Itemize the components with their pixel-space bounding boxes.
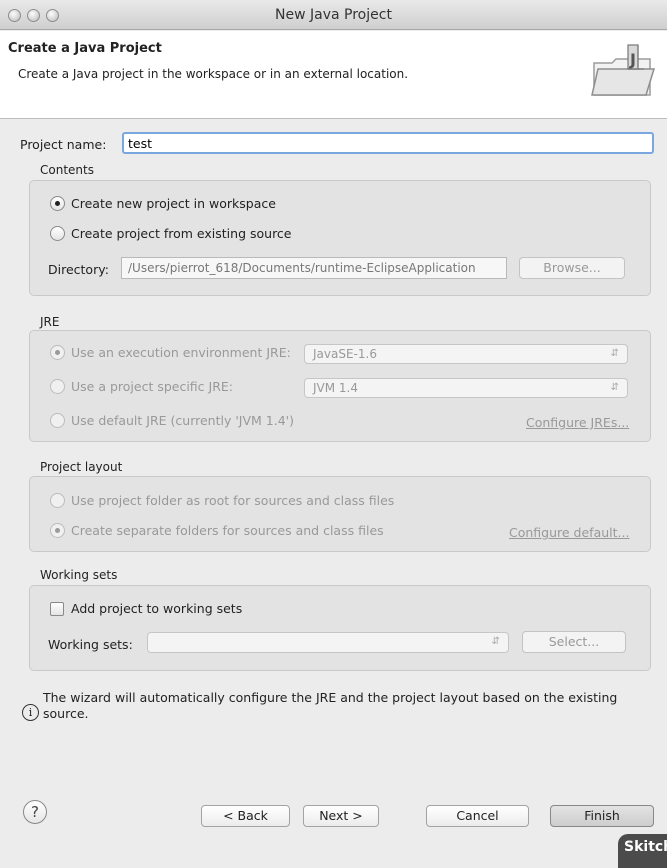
window-title: New Java Project — [275, 7, 392, 23]
create-new-project-label: Create new project in workspace — [71, 196, 276, 211]
configure-default-link[interactable]: Configure default... — [509, 525, 629, 540]
java-project-banner-icon: J — [591, 44, 656, 96]
select-arrows-icon: ⇵ — [491, 636, 500, 647]
default-jre-option[interactable]: Use default JRE (currently 'JVM 1.4') — [50, 413, 294, 428]
select-working-sets-button[interactable]: Select... — [522, 631, 626, 653]
execution-env-value: JavaSE-1.6 — [313, 347, 377, 361]
specific-jre-label: Use a project specific JRE: — [71, 379, 233, 394]
folder-root-option[interactable]: Use project folder as root for sources a… — [50, 493, 394, 508]
specific-jre-radio[interactable] — [50, 379, 65, 394]
svg-text:J: J — [629, 50, 636, 69]
specific-jre-select[interactable]: JVM 1.4 ⇵ — [304, 378, 628, 398]
execution-env-option[interactable]: Use an execution environment JRE: — [50, 345, 291, 360]
directory-label: Directory: — [48, 262, 109, 277]
create-new-project-radio[interactable] — [50, 196, 65, 211]
separate-folders-option[interactable]: Create separate folders for sources and … — [50, 523, 384, 538]
project-layout-group-title: Project layout — [40, 460, 123, 474]
back-button[interactable]: < Back — [201, 805, 290, 827]
separate-folders-radio[interactable] — [50, 523, 65, 538]
select-arrows-icon: ⇵ — [610, 348, 619, 359]
add-to-working-sets-label: Add project to working sets — [71, 601, 243, 616]
new-java-project-window: New Java Project Create a Java Project C… — [0, 0, 667, 868]
wizard-header: Create a Java Project Create a Java proj… — [0, 31, 667, 119]
next-button[interactable]: Next > — [303, 805, 379, 827]
working-sets-group: Add project to working sets Working sets… — [29, 585, 651, 671]
project-name-label: Project name: — [20, 137, 107, 152]
execution-env-radio[interactable] — [50, 345, 65, 360]
info-message: i The wizard will automatically configur… — [22, 690, 650, 730]
project-layout-group: Use project folder as root for sources a… — [29, 476, 651, 552]
working-sets-select[interactable]: ⇵ — [147, 632, 509, 653]
create-from-source-label: Create project from existing source — [71, 226, 292, 241]
cancel-button[interactable]: Cancel — [426, 805, 529, 827]
help-button[interactable]: ? — [23, 800, 47, 824]
default-jre-radio[interactable] — [50, 413, 65, 428]
contents-group-title: Contents — [40, 163, 94, 177]
info-text: The wizard will automatically configure … — [43, 690, 618, 721]
specific-jre-value: JVM 1.4 — [313, 381, 358, 395]
specific-jre-option[interactable]: Use a project specific JRE: — [50, 379, 233, 394]
configure-jres-link[interactable]: Configure JREs... — [526, 415, 629, 430]
select-arrows-icon: ⇵ — [610, 382, 619, 393]
working-sets-label: Working sets: — [48, 637, 133, 652]
wizard-body: Project name: Contents Create new projec… — [0, 120, 667, 810]
title-bar[interactable]: New Java Project — [0, 0, 667, 30]
finish-button[interactable]: Finish — [550, 805, 654, 827]
create-new-project-option[interactable]: Create new project in workspace — [50, 196, 276, 211]
execution-env-label: Use an execution environment JRE: — [71, 345, 291, 360]
info-icon: i — [22, 704, 39, 721]
add-to-working-sets-checkbox[interactable] — [50, 601, 64, 616]
directory-field[interactable]: /Users/pierrot_618/Documents/runtime-Ecl… — [121, 257, 507, 279]
jre-group: Use an execution environment JRE: JavaSE… — [29, 330, 651, 442]
default-jre-label: Use default JRE (currently 'JVM 1.4') — [71, 413, 294, 428]
jre-group-title: JRE — [40, 315, 60, 329]
wizard-description: Create a Java project in the workspace o… — [18, 67, 409, 81]
project-name-input[interactable] — [122, 132, 654, 154]
browse-button[interactable]: Browse... — [519, 257, 625, 279]
skitch-watermark: Skitch — [618, 834, 667, 868]
folder-root-radio[interactable] — [50, 493, 65, 508]
working-sets-group-title: Working sets — [40, 568, 118, 582]
wizard-title: Create a Java Project — [8, 41, 162, 56]
contents-group: Create new project in workspace Create p… — [29, 180, 651, 296]
folder-root-label: Use project folder as root for sources a… — [71, 493, 395, 508]
execution-env-select[interactable]: JavaSE-1.6 ⇵ — [304, 344, 628, 364]
add-to-working-sets-option[interactable]: Add project to working sets — [50, 601, 242, 616]
separate-folders-label: Create separate folders for sources and … — [71, 523, 384, 538]
create-from-source-option[interactable]: Create project from existing source — [50, 226, 292, 241]
create-from-source-radio[interactable] — [50, 226, 65, 241]
